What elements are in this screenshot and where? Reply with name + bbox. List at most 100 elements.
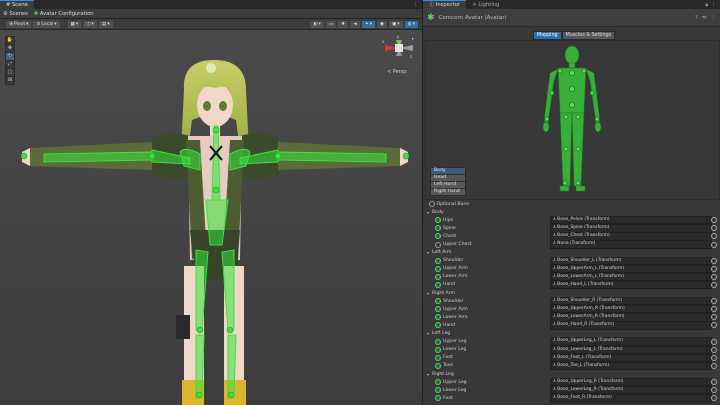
tab-lighting[interactable]: ☀ Lighting — [466, 0, 506, 9]
bone-row: Spine ⅄ Bone_Spine (Transform) — [423, 224, 720, 233]
bone-transform-field[interactable]: ⅄ Bone_Hand_R (Transform) — [550, 321, 712, 330]
unmapped-bone-icon — [435, 241, 441, 248]
object-picker-icon[interactable] — [711, 314, 717, 321]
object-picker-icon[interactable] — [711, 265, 717, 272]
avatar-mapping-view[interactable]: Body Head Left Hand Right Hand — [425, 40, 720, 200]
bone-transform-field[interactable]: ⅄ None (Transform) — [550, 240, 712, 249]
bone-transform-field[interactable]: ⅄ Bone_Foot_R (Transform) — [550, 394, 712, 403]
tab-mapping[interactable]: Mapping — [533, 31, 562, 40]
object-picker-icon[interactable] — [711, 257, 717, 264]
object-picker-icon[interactable] — [711, 241, 717, 248]
object-picker-icon[interactable] — [711, 338, 717, 345]
bone-label: Chest — [443, 233, 457, 239]
tab-muscles-settings[interactable]: Muscles & Settings — [561, 31, 616, 40]
object-picker-icon[interactable] — [711, 217, 717, 224]
hidden-objects-toggle[interactable]: ◉ — [377, 20, 388, 28]
move-tool-icon[interactable]: ✥ — [6, 45, 14, 52]
tab-scene-label: Scene — [12, 2, 28, 8]
body-part-right-hand[interactable]: Right Hand — [430, 188, 466, 196]
audio-toggle[interactable]: ◄ — [350, 20, 360, 28]
breadcrumb: ⚙ Scenes ✱ Avatar Configuration — [0, 9, 422, 19]
bone-label: Upper Arm — [443, 266, 468, 272]
snap-increment-button[interactable]: ◫ ▾ — [83, 20, 97, 28]
bone-row: Chest ⅄ Bone_Chest (Transform) — [423, 232, 720, 241]
object-picker-icon[interactable] — [711, 346, 717, 353]
bone-name: Upper Chest — [423, 241, 550, 248]
bone-name: Toes — [423, 362, 550, 369]
object-picker-icon[interactable] — [711, 298, 717, 305]
bone-group-label: Left Arm — [432, 250, 452, 256]
shading-mode-button[interactable]: ◐ ▾ — [310, 20, 324, 28]
hand-tool-icon[interactable]: ✋ — [6, 37, 14, 44]
bone-name: Lower Arm — [423, 314, 550, 321]
local-label: Local — [41, 21, 54, 27]
settings-icon[interactable]: ⇋ — [702, 15, 707, 21]
object-picker-icon[interactable] — [711, 233, 717, 240]
bone-transform-field[interactable]: ⅄ Bone_Toe_L (Transform) — [550, 361, 712, 371]
lock-icon[interactable] — [410, 38, 414, 40]
pivot-icon: ⊕ — [9, 21, 13, 27]
object-picker-icon[interactable] — [711, 281, 717, 288]
bone-name: Foot — [423, 395, 550, 402]
object-picker-icon[interactable] — [711, 322, 717, 329]
avatar-figure-icon: ✱ — [33, 10, 39, 17]
chevron-down-icon: ▾ — [26, 21, 29, 27]
tab-inspector[interactable]: ⓘ Inspector — [423, 0, 467, 9]
breadcrumb-scenes-label: Scenes — [9, 10, 28, 17]
local-dropdown[interactable]: ⊙ Local ▾ — [33, 20, 60, 28]
rect-tool-icon[interactable]: ▢ — [6, 69, 14, 76]
bone-name: Upper Arm — [423, 306, 550, 313]
object-picker-icon[interactable] — [711, 379, 717, 386]
lighting-toggle[interactable]: ♦ — [338, 20, 349, 28]
mapped-bone-icon — [435, 322, 441, 329]
bone-name: Upper Leg — [423, 379, 550, 386]
more-menu-icon[interactable]: ⋮ — [413, 1, 422, 9]
object-picker-icon[interactable] — [711, 306, 717, 313]
layout-icon: ▤ — [101, 21, 107, 27]
breadcrumb-scenes[interactable]: ⚙ Scenes — [3, 11, 28, 17]
bone-group-header[interactable]: ▾ Right Arm — [423, 289, 720, 297]
bone-transform-field[interactable]: ⅄ Bone_Hand_L (Transform) — [550, 280, 712, 290]
mapped-bone-icon — [435, 362, 441, 369]
bone-group-header[interactable]: ▾ Body — [423, 208, 720, 216]
object-picker-icon[interactable] — [711, 362, 717, 369]
scale-tool-icon[interactable]: ⤢ — [6, 61, 14, 68]
object-picker-icon[interactable] — [711, 354, 717, 361]
mapped-bone-icon — [435, 306, 441, 313]
camera-settings-button[interactable]: ▣ ▾ — [389, 20, 403, 28]
object-picker-icon[interactable] — [711, 387, 717, 394]
more-menu-icon[interactable]: ⋮ — [711, 1, 720, 9]
bone-row: Hand ⅄ Bone_Hand_L (Transform) — [423, 280, 720, 290]
camera-icon: ▣ — [392, 21, 397, 27]
effects-toggle[interactable]: ✦ ▾ — [361, 20, 375, 28]
rotate-tool-icon[interactable]: ↻ — [6, 53, 14, 60]
bone-row: Shoulder ⅄ Bone_Shoulder_L (Transform) — [423, 256, 720, 265]
object-picker-icon[interactable] — [711, 273, 717, 280]
gizmos-toggle[interactable]: ◍ ▾ — [404, 20, 418, 28]
mapped-bone-icon — [435, 379, 441, 386]
scene-view[interactable]: # Scene ⋮ ⚙ Scenes ✱ Avatar Configuratio… — [0, 0, 422, 405]
bone-group-header[interactable]: ▾ Right Leg — [423, 370, 720, 378]
character-viewport[interactable] — [0, 30, 422, 405]
help-icon[interactable]: ? — [695, 15, 698, 21]
perspective-label[interactable]: < Persp — [387, 69, 407, 75]
2d-toggle[interactable]: ▭ — [325, 20, 337, 28]
tab-lighting-label: Lighting — [478, 2, 500, 8]
pivot-dropdown[interactable]: ⊕ Pivot ▾ — [6, 20, 32, 28]
mapped-bone-icon — [435, 298, 441, 305]
object-picker-icon[interactable] — [711, 225, 717, 232]
bone-group-header[interactable]: ▾ Left Arm — [423, 249, 720, 257]
local-icon: ⊙ — [36, 21, 41, 27]
bone-group-header[interactable]: ▾ Left Leg — [423, 330, 720, 338]
bone-label: Upper Leg — [443, 379, 467, 385]
grid-snap-button[interactable]: ▦ ▾ — [67, 20, 82, 28]
orientation-gizmo[interactable]: x y z — [380, 34, 418, 74]
more-menu-icon[interactable]: ⋮ — [711, 15, 720, 21]
mapped-bone-icon — [435, 233, 441, 240]
view-options-button[interactable]: ▤ ▾ — [98, 20, 113, 28]
tab-scene[interactable]: # Scene — [0, 0, 34, 9]
object-picker-icon[interactable] — [711, 395, 717, 402]
eye-icon: ◉ — [380, 21, 385, 27]
transform-tool-icon[interactable]: ⊞ — [6, 77, 14, 84]
scene-tab-icon: # — [6, 2, 11, 8]
